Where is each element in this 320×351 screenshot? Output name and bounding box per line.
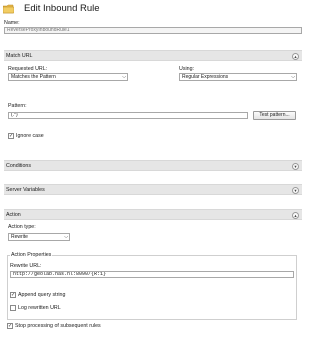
rewrite-url-label: Rewrite URL: [10,263,42,269]
server-variables-section-title: Server Variables [6,187,45,193]
stop-processing-label: Stop processing of subsequent rules [15,323,101,329]
using-label: Using: [179,66,195,72]
chevron-down-icon[interactable]: ▾ [292,162,299,170]
dropdown-arrow-icon: ⌵ [122,74,126,80]
pattern-input[interactable]: (.*) [8,112,248,119]
name-label: Name: [4,20,20,26]
checkmark-icon: ✓ [9,133,14,139]
rewrite-url-input[interactable]: http://geolab.has.nl:8090/{R:1} [10,271,294,278]
stop-processing-checkbox[interactable]: ✓ [7,323,13,329]
using-select[interactable]: Regular Expressions ⌵ [179,73,297,81]
log-rewritten-label: Log rewritten URL [18,305,61,311]
conditions-section-header[interactable]: Conditions ▾ [4,160,302,171]
action-section-title: Action [6,212,21,218]
requested-url-label: Requested URL: [8,66,48,72]
action-type-label: Action type: [8,224,36,230]
ignore-case-checkbox[interactable]: ✓ [8,133,14,139]
chevron-up-icon[interactable]: ▴ [292,52,299,60]
checkmark-icon: ✓ [8,323,13,329]
match-url-section-header[interactable]: Match URL ▴ [4,50,302,61]
requested-url-value: Matches the Pattern [11,74,56,80]
append-query-checkbox[interactable]: ✓ [10,292,16,298]
action-type-select[interactable]: Rewrite ⌵ [8,233,70,241]
action-type-value: Rewrite [11,234,28,240]
checkmark-icon: ✓ [11,292,16,298]
requested-url-select[interactable]: Matches the Pattern ⌵ [8,73,128,81]
test-pattern-button[interactable]: Test pattern... [253,111,296,120]
folder-icon [3,4,14,14]
action-properties-title: Action Properties [10,252,53,258]
match-url-section-title: Match URL [6,53,33,59]
ignore-case-label: Ignore case [16,133,44,139]
using-value: Regular Expressions [182,74,229,80]
chevron-up-icon[interactable]: ▴ [292,211,299,219]
log-rewritten-checkbox[interactable] [10,305,16,311]
append-query-label: Append query string [18,292,66,298]
page-title: Edit Inbound Rule [24,3,100,14]
action-section-header[interactable]: Action ▴ [4,209,302,220]
name-field[interactable]: ReverseProxyInboundRule1 [4,27,302,34]
conditions-section-title: Conditions [6,163,32,169]
chevron-down-icon[interactable]: ▾ [292,186,299,194]
pattern-label: Pattern: [8,103,27,109]
dropdown-arrow-icon: ⌵ [64,234,68,240]
dropdown-arrow-icon: ⌵ [291,74,295,80]
server-variables-section-header[interactable]: Server Variables ▾ [4,184,302,195]
